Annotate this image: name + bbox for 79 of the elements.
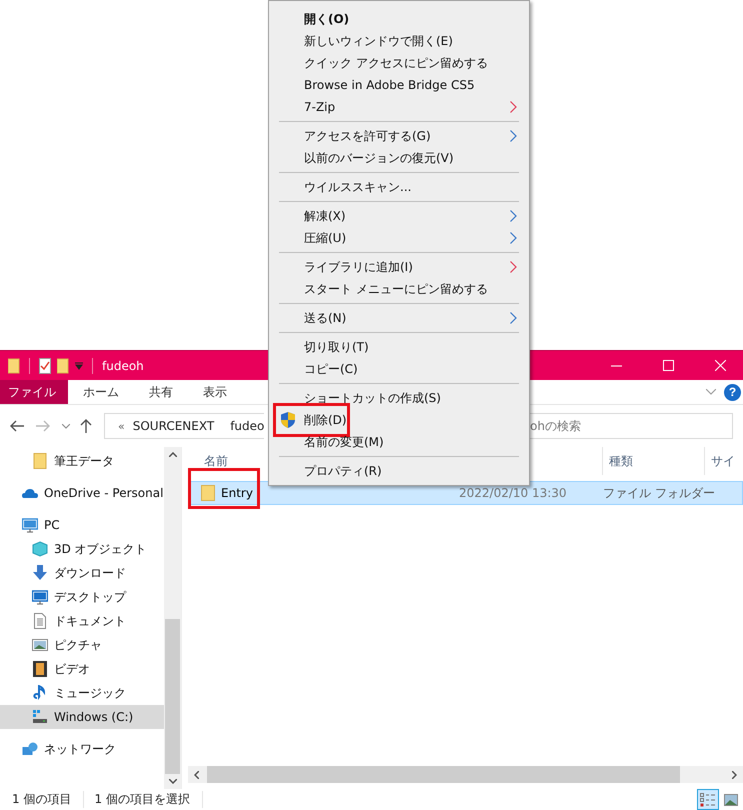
picture-icon — [724, 794, 738, 806]
file-type: ファイル フォルダー — [603, 484, 715, 502]
sidebar-item[interactable]: ドキュメント — [0, 609, 164, 633]
status-text: 1 個の項目を選択 — [94, 791, 203, 808]
ribbon-tab[interactable]: ファイル — [0, 380, 68, 404]
folder-icon — [8, 358, 20, 374]
sidebar-item[interactable]: ダウンロード — [0, 561, 164, 585]
sidebar-item[interactable]: ネットワーク — [0, 737, 164, 761]
download-icon — [32, 565, 48, 581]
scroll-right-icon[interactable] — [732, 770, 737, 778]
scroll-down-icon[interactable] — [168, 779, 176, 784]
menu-item[interactable]: 削除(D) — [271, 409, 527, 431]
menu-item[interactable]: 開く(O) — [271, 8, 527, 30]
list-icon — [700, 792, 716, 806]
menu-item[interactable]: ショートカットの作成(S) — [271, 387, 527, 409]
menu-item[interactable]: ライブラリに追加(I) — [271, 256, 527, 278]
search-field[interactable]: ohの検索 — [530, 413, 733, 439]
sidebar-item[interactable]: ピクチャ — [0, 633, 164, 657]
menu-item[interactable]: Browse in Adobe Bridge CS5 — [271, 74, 527, 96]
column-header[interactable]: サイ — [704, 447, 735, 475]
menu-item[interactable]: 解凍(X) — [271, 205, 527, 227]
sidebar-item[interactable]: 筆王データ — [0, 449, 164, 473]
column-header[interactable]: 名前 — [204, 452, 228, 470]
column-header[interactable]: 種類 — [602, 447, 633, 475]
drive-icon — [32, 709, 48, 725]
scroll-up-icon[interactable] — [168, 452, 176, 457]
menu-item[interactable]: アクセスを許可する(G) — [271, 125, 527, 147]
scrollbar-thumb[interactable] — [207, 766, 680, 783]
minimize-icon — [610, 364, 622, 366]
address-bar[interactable]: « SOURCENEXT fudeo — [104, 413, 264, 439]
document-icon — [32, 613, 48, 629]
chevron-down-icon[interactable] — [62, 424, 70, 428]
sidebar-item[interactable]: PC — [0, 513, 164, 537]
breadcrumb-segment[interactable]: fudeo — [230, 419, 264, 433]
dropdown-icon[interactable] — [75, 362, 83, 370]
checklist-icon[interactable] — [39, 358, 51, 374]
close-icon — [714, 360, 726, 371]
scrollbar-thumb[interactable] — [165, 619, 180, 774]
breadcrumb-segment[interactable]: SOURCENEXT — [132, 419, 214, 433]
sidebar-item[interactable]: Windows (C:) — [0, 705, 164, 729]
menu-item[interactable]: 名前の変更(M) — [271, 431, 527, 453]
cube-icon — [32, 541, 48, 557]
folder-icon — [201, 485, 215, 501]
picture-icon — [32, 637, 48, 653]
maximize-icon — [662, 360, 674, 371]
sidebar-item[interactable]: 3D オブジェクト — [0, 537, 164, 561]
modified-date: 2022/02/10 13:30 — [459, 486, 567, 500]
window-title: fudeoh — [102, 358, 144, 372]
sidebar-item[interactable]: OneDrive - Personal — [0, 481, 164, 505]
menu-item[interactable]: スタート メニューにピン留めする — [271, 278, 527, 300]
menu-item[interactable]: 以前のバージョンの復元(V) — [271, 147, 527, 169]
forward-arrow-icon[interactable] — [36, 420, 50, 432]
menu-item[interactable]: プロパティ(R) — [271, 460, 527, 482]
desktop-icon — [32, 589, 48, 605]
status-text: 1 個の項目 — [12, 791, 84, 808]
video-icon — [32, 661, 48, 677]
details-view-button[interactable] — [697, 789, 719, 810]
menu-item[interactable]: ウイルススキャン... — [271, 176, 527, 198]
menu-item[interactable]: 送る(N) — [271, 307, 527, 329]
pc-icon — [22, 517, 38, 533]
file-name: Entry — [221, 486, 253, 500]
sidebar-item[interactable]: ミュージック — [0, 681, 164, 705]
menu-item[interactable]: 7-Zip — [271, 96, 527, 118]
breadcrumb-overflow[interactable]: « — [118, 420, 125, 432]
up-arrow-icon[interactable] — [80, 419, 92, 433]
music-icon — [32, 685, 48, 701]
sidebar-item[interactable]: デスクトップ — [0, 585, 164, 609]
help-button[interactable]: ? — [724, 384, 741, 400]
back-arrow-icon[interactable] — [10, 420, 24, 432]
menu-item[interactable]: 圧縮(U) — [271, 227, 527, 249]
menu-item[interactable]: 切り取り(T) — [271, 336, 527, 358]
chevron-down-icon[interactable] — [706, 389, 716, 395]
menu-item[interactable]: クイック アクセスにピン留めする — [271, 52, 527, 74]
folder-icon — [32, 453, 48, 469]
sidebar-item[interactable]: ビデオ — [0, 657, 164, 681]
scroll-left-icon[interactable] — [194, 770, 199, 778]
menu-item[interactable]: コピー(C) — [271, 358, 527, 380]
folder-icon[interactable] — [57, 358, 69, 374]
menu-item[interactable]: 新しいウィンドウで開く(E) — [271, 30, 527, 52]
